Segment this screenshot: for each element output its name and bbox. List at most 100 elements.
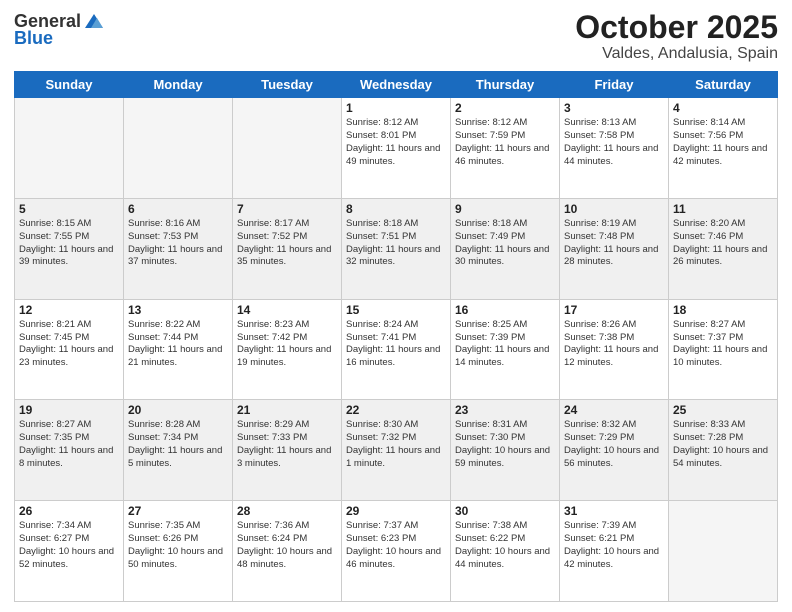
table-row: 4 Sunrise: 8:14 AM Sunset: 7:56 PM Daylig…: [669, 98, 778, 199]
day-number: 12: [19, 303, 119, 317]
table-row: [124, 98, 233, 199]
location-title: Valdes, Andalusia, Spain: [575, 45, 778, 63]
table-row: 13 Sunrise: 8:22 AM Sunset: 7:44 PM Dayli…: [124, 299, 233, 400]
day-number: 3: [564, 101, 664, 115]
calendar-week-row-1: 1Sunrise: 8:12 AM Sunset: 8:01 PM Daylig…: [15, 98, 778, 199]
day-number: 31: [564, 504, 664, 518]
day-number: 24: [564, 403, 664, 417]
header: General Blue October 2025 Valdes, Andalu…: [14, 10, 778, 63]
table-row: [15, 98, 124, 199]
table-row: 15Sunrise: 8:24 AM Sunset: 7:41 PM Dayli…: [342, 299, 451, 400]
day-number: 27: [128, 504, 228, 518]
day-info: Sunrise: 7:39 AM Sunset: 6:21 PM Dayligh…: [564, 520, 664, 571]
day-info: Sunrise: 8:19 AM Sunset: 7:48 PM Dayligh…: [564, 218, 664, 269]
day-number: 11: [673, 202, 773, 216]
day-number: 7: [237, 202, 337, 216]
day-info: Sunrise: 7:34 AM Sunset: 6:27 PM Dayligh…: [19, 520, 119, 571]
table-row: [669, 501, 778, 602]
logo: General Blue: [14, 10, 105, 49]
day-number: 29: [346, 504, 446, 518]
month-title: October 2025: [575, 10, 778, 45]
day-info: Sunrise: 8:15 AM Sunset: 7:55 PM Dayligh…: [19, 218, 119, 269]
day-info: Sunrise: 8:23 AM Sunset: 7:42 PM Dayligh…: [237, 319, 337, 370]
col-friday: Friday: [560, 72, 669, 98]
day-info: Sunrise: 8:18 AM Sunset: 7:49 PM Dayligh…: [455, 218, 555, 269]
table-row: 6 Sunrise: 8:16 AM Sunset: 7:53 PM Daylig…: [124, 198, 233, 299]
logo-icon: [83, 10, 105, 32]
day-number: 21: [237, 403, 337, 417]
day-number: 9: [455, 202, 555, 216]
day-info: Sunrise: 8:12 AM Sunset: 8:01 PM Dayligh…: [346, 117, 446, 168]
day-number: 19: [19, 403, 119, 417]
table-row: 16 Sunrise: 8:25 AM Sunset: 7:39 PM Dayli…: [451, 299, 560, 400]
table-row: 27 Sunrise: 7:35 AM Sunset: 6:26 PM Dayli…: [124, 501, 233, 602]
table-row: 24Sunrise: 8:32 AM Sunset: 7:29 PM Dayli…: [560, 400, 669, 501]
col-monday: Monday: [124, 72, 233, 98]
day-number: 25: [673, 403, 773, 417]
calendar-header-row: Sunday Monday Tuesday Wednesday Thursday…: [15, 72, 778, 98]
table-row: 2Sunrise: 8:12 AM Sunset: 7:59 PM Daylig…: [451, 98, 560, 199]
day-number: 6: [128, 202, 228, 216]
day-info: Sunrise: 8:14 AM Sunset: 7:56 PM Dayligh…: [673, 117, 773, 168]
calendar-week-row-2: 5 Sunrise: 8:15 AM Sunset: 7:55 PM Daylig…: [15, 198, 778, 299]
logo-blue: Blue: [14, 28, 53, 49]
day-info: Sunrise: 8:21 AM Sunset: 7:45 PM Dayligh…: [19, 319, 119, 370]
day-info: Sunrise: 8:31 AM Sunset: 7:30 PM Dayligh…: [455, 419, 555, 470]
col-saturday: Saturday: [669, 72, 778, 98]
table-row: 31 Sunrise: 7:39 AM Sunset: 6:21 PM Dayli…: [560, 501, 669, 602]
table-row: 22Sunrise: 8:30 AM Sunset: 7:32 PM Dayli…: [342, 400, 451, 501]
day-info: Sunrise: 8:22 AM Sunset: 7:44 PM Dayligh…: [128, 319, 228, 370]
day-info: Sunrise: 8:28 AM Sunset: 7:34 PM Dayligh…: [128, 419, 228, 470]
day-number: 18: [673, 303, 773, 317]
calendar-table: Sunday Monday Tuesday Wednesday Thursday…: [14, 71, 778, 602]
table-row: 12 Sunrise: 8:21 AM Sunset: 7:45 PM Dayli…: [15, 299, 124, 400]
table-row: [233, 98, 342, 199]
day-number: 17: [564, 303, 664, 317]
col-wednesday: Wednesday: [342, 72, 451, 98]
table-row: 25 Sunrise: 8:33 AM Sunset: 7:28 PM Dayli…: [669, 400, 778, 501]
day-number: 14: [237, 303, 337, 317]
table-row: 19 Sunrise: 8:27 AM Sunset: 7:35 PM Dayli…: [15, 400, 124, 501]
day-info: Sunrise: 8:25 AM Sunset: 7:39 PM Dayligh…: [455, 319, 555, 370]
calendar-week-row-4: 19 Sunrise: 8:27 AM Sunset: 7:35 PM Dayli…: [15, 400, 778, 501]
day-info: Sunrise: 8:12 AM Sunset: 7:59 PM Dayligh…: [455, 117, 555, 168]
day-number: 16: [455, 303, 555, 317]
table-row: 28 Sunrise: 7:36 AM Sunset: 6:24 PM Dayli…: [233, 501, 342, 602]
day-number: 10: [564, 202, 664, 216]
day-info: Sunrise: 8:16 AM Sunset: 7:53 PM Dayligh…: [128, 218, 228, 269]
day-number: 30: [455, 504, 555, 518]
table-row: 14 Sunrise: 8:23 AM Sunset: 7:42 PM Dayli…: [233, 299, 342, 400]
table-row: 23 Sunrise: 8:31 AM Sunset: 7:30 PM Dayli…: [451, 400, 560, 501]
day-number: 26: [19, 504, 119, 518]
day-number: 13: [128, 303, 228, 317]
table-row: 8Sunrise: 8:18 AM Sunset: 7:51 PM Daylig…: [342, 198, 451, 299]
table-row: 3 Sunrise: 8:13 AM Sunset: 7:58 PM Daylig…: [560, 98, 669, 199]
day-info: Sunrise: 8:27 AM Sunset: 7:37 PM Dayligh…: [673, 319, 773, 370]
day-info: Sunrise: 8:13 AM Sunset: 7:58 PM Dayligh…: [564, 117, 664, 168]
day-info: Sunrise: 8:18 AM Sunset: 7:51 PM Dayligh…: [346, 218, 446, 269]
day-info: Sunrise: 7:36 AM Sunset: 6:24 PM Dayligh…: [237, 520, 337, 571]
calendar-week-row-5: 26 Sunrise: 7:34 AM Sunset: 6:27 PM Dayli…: [15, 501, 778, 602]
day-number: 23: [455, 403, 555, 417]
calendar-week-row-3: 12 Sunrise: 8:21 AM Sunset: 7:45 PM Dayli…: [15, 299, 778, 400]
day-info: Sunrise: 8:17 AM Sunset: 7:52 PM Dayligh…: [237, 218, 337, 269]
table-row: 10 Sunrise: 8:19 AM Sunset: 7:48 PM Dayli…: [560, 198, 669, 299]
col-thursday: Thursday: [451, 72, 560, 98]
table-row: 9 Sunrise: 8:18 AM Sunset: 7:49 PM Daylig…: [451, 198, 560, 299]
table-row: 1Sunrise: 8:12 AM Sunset: 8:01 PM Daylig…: [342, 98, 451, 199]
day-number: 4: [673, 101, 773, 115]
table-row: 5 Sunrise: 8:15 AM Sunset: 7:55 PM Daylig…: [15, 198, 124, 299]
table-row: 21Sunrise: 8:29 AM Sunset: 7:33 PM Dayli…: [233, 400, 342, 501]
day-info: Sunrise: 8:26 AM Sunset: 7:38 PM Dayligh…: [564, 319, 664, 370]
table-row: 18 Sunrise: 8:27 AM Sunset: 7:37 PM Dayli…: [669, 299, 778, 400]
day-info: Sunrise: 8:24 AM Sunset: 7:41 PM Dayligh…: [346, 319, 446, 370]
table-row: 29Sunrise: 7:37 AM Sunset: 6:23 PM Dayli…: [342, 501, 451, 602]
day-number: 5: [19, 202, 119, 216]
day-info: Sunrise: 8:27 AM Sunset: 7:35 PM Dayligh…: [19, 419, 119, 470]
day-info: Sunrise: 7:35 AM Sunset: 6:26 PM Dayligh…: [128, 520, 228, 571]
page: General Blue October 2025 Valdes, Andalu…: [0, 0, 792, 612]
day-number: 28: [237, 504, 337, 518]
table-row: 17 Sunrise: 8:26 AM Sunset: 7:38 PM Dayli…: [560, 299, 669, 400]
day-info: Sunrise: 8:33 AM Sunset: 7:28 PM Dayligh…: [673, 419, 773, 470]
table-row: 11Sunrise: 8:20 AM Sunset: 7:46 PM Dayli…: [669, 198, 778, 299]
